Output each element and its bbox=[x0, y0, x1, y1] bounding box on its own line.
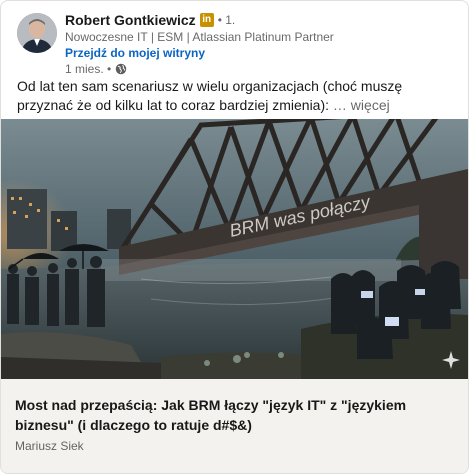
premium-badge-icon: in bbox=[199, 13, 214, 27]
avatar[interactable] bbox=[17, 13, 57, 53]
post-text: Od lat ten sam scenariusz w wielu organi… bbox=[17, 77, 453, 115]
bridge-river-illustration: BRM was połączy bbox=[1, 119, 468, 379]
feed-post-card: Robert Gontkiewicz in • 1. Nowoczesne IT… bbox=[0, 0, 469, 474]
see-more-link[interactable]: … więcej bbox=[333, 97, 390, 113]
visit-website-link[interactable]: Przejdź do mojej witryny bbox=[65, 45, 458, 61]
post-header: Robert Gontkiewicz in • 1. Nowoczesne IT… bbox=[17, 11, 458, 76]
author-headline: Nowoczesne IT | ESM | Atlassian Platinum… bbox=[65, 30, 334, 44]
author-name[interactable]: Robert Gontkiewicz bbox=[65, 12, 196, 28]
connection-degree: • 1. bbox=[217, 13, 236, 27]
post-timestamp: 1 mies. • bbox=[65, 62, 112, 76]
article-preview[interactable]: Most nad przepaścią: Jak BRM łączy "języ… bbox=[1, 379, 468, 473]
article-author: Mariusz Siek bbox=[15, 439, 84, 453]
sparkle-icon bbox=[442, 351, 460, 369]
globe-icon bbox=[115, 63, 127, 75]
author-name-row: Robert Gontkiewicz in • 1. bbox=[65, 11, 458, 29]
author-meta: Robert Gontkiewicz in • 1. Nowoczesne IT… bbox=[65, 11, 458, 77]
article-title[interactable]: Most nad przepaścią: Jak BRM łączy "języ… bbox=[15, 395, 451, 435]
post-image[interactable]: BRM was połączy bbox=[1, 119, 468, 379]
post-time-row: 1 mies. • bbox=[65, 61, 458, 77]
